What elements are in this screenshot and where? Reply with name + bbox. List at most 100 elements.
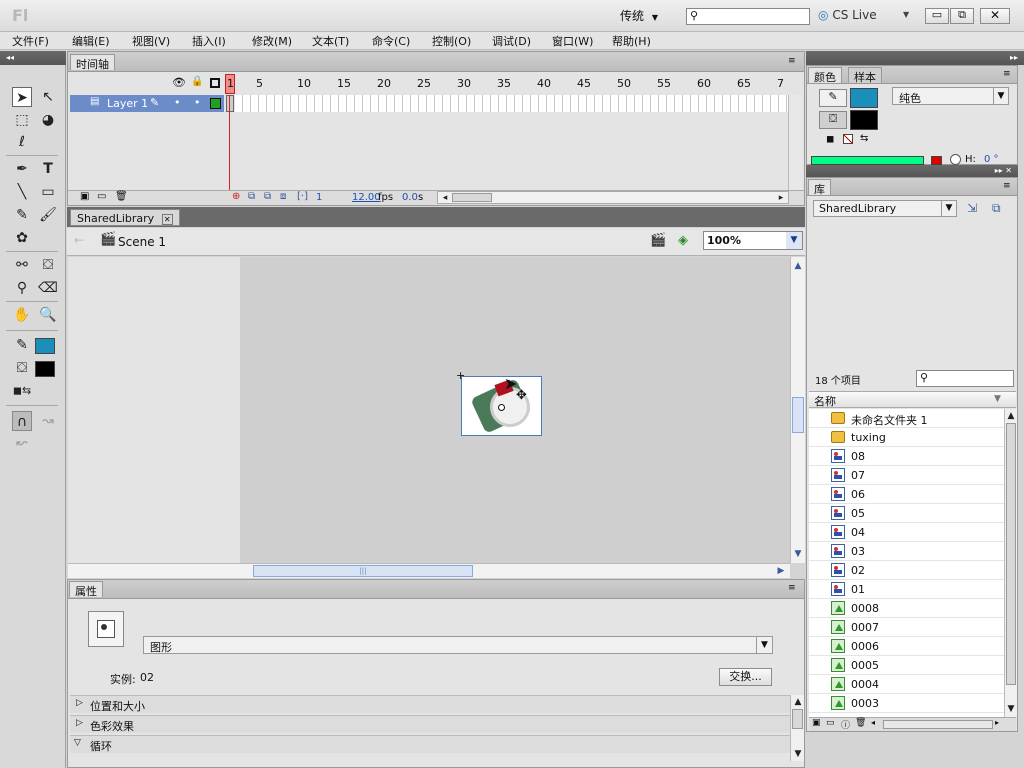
list-item[interactable]: tuxing — [809, 428, 1005, 447]
menu-debug[interactable]: 调试(D) — [492, 33, 531, 49]
list-item[interactable]: 07 — [809, 466, 1005, 485]
panel-menu-icon[interactable]: ≡ — [788, 56, 796, 66]
menu-edit[interactable]: 编辑(E) — [72, 33, 110, 49]
black-white-icon[interactable]: ◼ — [826, 134, 834, 145]
list-item[interactable]: 未命名文件夹 1 — [809, 409, 1005, 428]
lasso-tool-icon[interactable]: ℓ — [12, 132, 32, 152]
tab-library[interactable]: 库 — [808, 179, 831, 196]
vscroll-thumb[interactable] — [792, 397, 804, 433]
hue-value[interactable]: 0 ° — [984, 154, 999, 165]
frame-cells[interactable] — [235, 95, 788, 112]
search-field[interactable]: ⚲ — [686, 8, 810, 25]
outline-icon[interactable] — [210, 78, 220, 88]
subselection-tool-icon[interactable]: ↖ — [38, 87, 58, 107]
delete-layer-icon[interactable]: 🗑 — [115, 191, 128, 202]
minimize-button[interactable]: ▭ — [925, 8, 949, 24]
straighten-icon[interactable]: ↜ — [12, 433, 32, 453]
panel-menu-icon[interactable]: ≡ — [788, 583, 796, 593]
stroke-color-swatch[interactable] — [35, 338, 55, 354]
section-loop[interactable]: ▽ 循环 — [70, 735, 790, 753]
library-vscroll[interactable]: ▲ ▼ — [1004, 409, 1017, 717]
properties-scroll-thumb[interactable] — [792, 709, 803, 729]
keyframe-cell[interactable] — [226, 95, 234, 112]
menu-modify[interactable]: 修改(M) — [252, 33, 292, 49]
scroll-down-icon[interactable]: ▼ — [791, 547, 805, 561]
brush-tool-icon[interactable]: 🖌 — [38, 205, 58, 225]
sort-icon[interactable]: ▼ — [994, 394, 1001, 404]
tab-swatches[interactable]: 样本 — [848, 67, 882, 84]
fill-color-swatch[interactable] — [35, 361, 55, 377]
library-hscroll-thumb[interactable] — [883, 720, 993, 729]
library-select[interactable]: SharedLibrary ▼ — [813, 200, 957, 217]
zoom-tool-icon[interactable]: 🔍 — [38, 305, 58, 325]
stage-vscroll[interactable]: ▲ ▼ — [790, 257, 805, 563]
selection-tool-icon[interactable]: ➤ — [12, 87, 32, 107]
zoom-select[interactable]: 100% ▼ — [703, 231, 803, 250]
stage-hscroll[interactable]: ||| ▶ — [68, 563, 790, 578]
panel-menu-icon[interactable]: ≡ — [1003, 69, 1011, 79]
menu-text[interactable]: 文本(T) — [312, 33, 349, 49]
free-transform-tool-icon[interactable]: ⬚ — [12, 110, 32, 130]
section-position-size[interactable]: ▷ 位置和大小 — [70, 695, 790, 713]
restore-button[interactable]: ⧉ — [950, 8, 974, 24]
hscroll-thumb[interactable]: ||| — [253, 565, 473, 577]
scroll-up-icon[interactable]: ▲ — [1004, 409, 1018, 423]
list-item[interactable]: 0005 — [809, 656, 1005, 675]
chevron-down-icon[interactable]: ▼ — [941, 201, 956, 216]
paint-bucket-tool-icon[interactable]: ⛋ — [38, 255, 58, 275]
scroll-up-icon[interactable]: ▲ — [791, 259, 805, 273]
cs-live-button[interactable]: ◎ CS Live — [818, 8, 877, 26]
scroll-down-icon[interactable]: ▼ — [791, 747, 805, 761]
no-color-icon[interactable] — [843, 134, 853, 144]
menu-view[interactable]: 视图(V) — [132, 33, 170, 49]
list-item[interactable]: 06 — [809, 485, 1005, 504]
color-spectrum[interactable] — [811, 156, 924, 165]
list-item[interactable]: 02 — [809, 561, 1005, 580]
scroll-thumb[interactable] — [452, 193, 492, 202]
close-tab-icon[interactable]: ✕ — [161, 214, 173, 225]
new-folder-icon[interactable]: ▭ — [97, 191, 106, 202]
eraser-tool-icon[interactable]: ⌫ — [38, 278, 58, 298]
eye-icon[interactable]: 👁 — [172, 76, 186, 89]
text-tool-icon[interactable]: T — [38, 159, 58, 179]
delete-icon[interactable]: 🗑 — [855, 718, 866, 728]
scroll-up-icon[interactable]: ▲ — [791, 695, 805, 709]
scene-name[interactable]: Scene 1 — [118, 235, 166, 249]
library-column-header[interactable]: 名称 ▼ — [809, 391, 1016, 408]
swap-colors-icon[interactable]: ◼⇆ — [12, 381, 32, 401]
section-color-effect[interactable]: ▷ 色彩效果 — [70, 715, 790, 733]
swap-colors-icon[interactable]: ⇆ — [860, 133, 868, 144]
close-button[interactable]: ✕ — [980, 8, 1010, 24]
timeline-hscroll[interactable]: ◂ ▸ — [437, 191, 789, 204]
list-item[interactable]: 03 — [809, 542, 1005, 561]
chevron-down-icon[interactable]: ▼ — [756, 637, 772, 653]
new-folder-icon[interactable]: ▭ — [826, 718, 835, 728]
properties-icon[interactable]: ⓘ — [841, 718, 850, 731]
3d-rotation-tool-icon[interactable]: ◕ — [38, 110, 58, 130]
pen-tool-icon[interactable]: ✒ — [12, 159, 32, 179]
tab-properties[interactable]: 属性 — [69, 581, 103, 598]
lock-icon[interactable]: 🔒 — [191, 76, 203, 87]
menu-commands[interactable]: 命令(C) — [372, 33, 410, 49]
hue-radio[interactable] — [950, 154, 961, 165]
menu-file[interactable]: 文件(F) — [12, 33, 49, 49]
fill-type-select[interactable]: 纯色 ▼ — [892, 87, 1009, 105]
layer-outline-color[interactable] — [210, 98, 221, 109]
swap-button[interactable]: 交换... — [719, 668, 772, 686]
tab-color[interactable]: 颜色 — [808, 67, 842, 84]
chevron-down-icon[interactable]: ▼ — [993, 88, 1008, 104]
hand-tool-icon[interactable]: ✋ — [12, 305, 32, 325]
fps-value[interactable]: 12.00 — [352, 192, 381, 203]
new-symbol-icon[interactable]: ▣ — [812, 718, 821, 728]
list-item[interactable]: 05 — [809, 504, 1005, 523]
eyedropper-tool-icon[interactable]: ⚲ — [12, 278, 32, 298]
list-item[interactable]: 01 — [809, 580, 1005, 599]
menu-help[interactable]: 帮助(H) — [612, 33, 651, 49]
menu-window[interactable]: 窗口(W) — [552, 33, 593, 49]
pin-library-icon[interactable]: ⇲ — [967, 201, 977, 215]
pencil-tool-icon[interactable]: ✎ — [12, 205, 32, 225]
new-library-panel-icon[interactable]: ⧉ — [992, 201, 1001, 216]
modify-markers-icon[interactable]: [·] — [297, 191, 308, 202]
edit-symbol-icon[interactable]: ◈ — [678, 233, 688, 248]
tools-panel-header[interactable]: ◂◂ — [0, 51, 66, 65]
